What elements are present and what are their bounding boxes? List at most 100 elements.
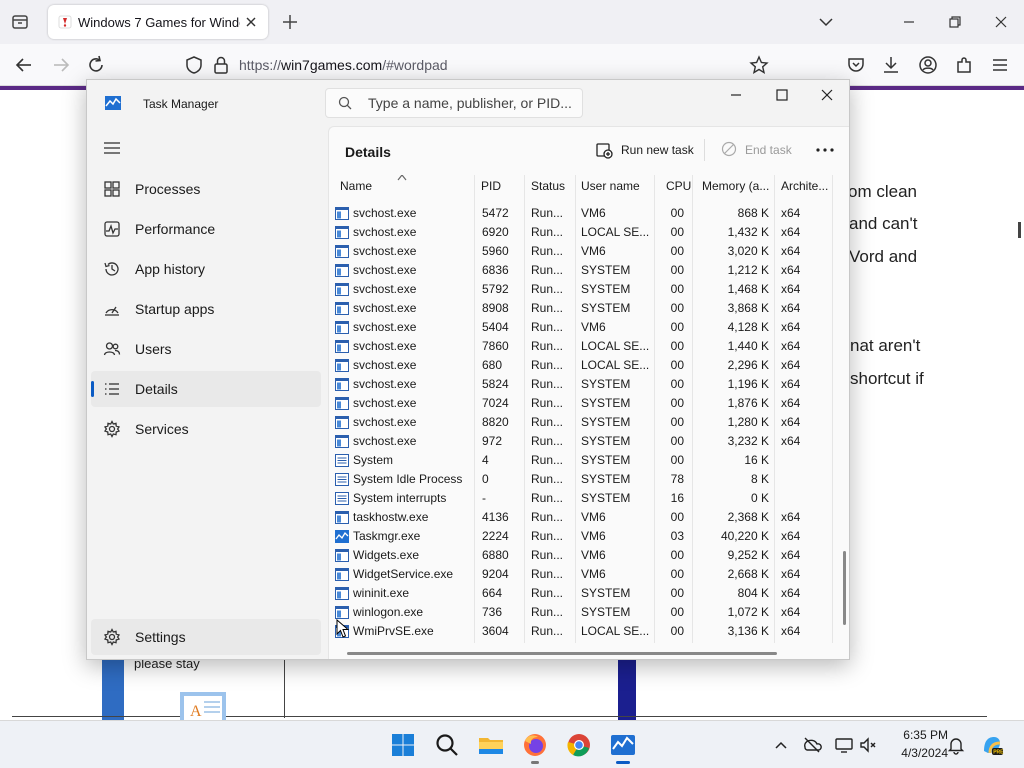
table-row[interactable]: WidgetService.exe 9204 Run... VM6 00 2,668 K x… [329, 565, 835, 584]
maximize-icon[interactable] [773, 86, 791, 104]
minimize-icon[interactable] [727, 86, 745, 104]
chevron-up-icon[interactable] [771, 735, 791, 755]
table-row[interactable]: Widgets.exe 6880 Run... VM6 00 9,252 K x64 [329, 546, 835, 565]
cell-architecture: x64 [781, 624, 801, 638]
app-menu-icon[interactable] [989, 54, 1011, 76]
nav-item-details[interactable]: Details [91, 371, 321, 407]
close-window-icon[interactable] [818, 86, 836, 104]
network-disconnected-icon[interactable] [802, 735, 822, 755]
file-explorer-icon[interactable] [477, 731, 505, 759]
table-row[interactable]: wininit.exe 664 Run... SYSTEM 00 804 K x64 [329, 584, 835, 603]
window-title: Task Manager [143, 97, 219, 111]
table-row[interactable]: svchost.exe 972 Run... SYSTEM 00 3,232 K x64 [329, 432, 835, 451]
table-row[interactable]: System interrupts - Run... SYSTEM 16 0 K [329, 489, 835, 508]
browser-tab-active[interactable]: Windows 7 Games for Windows 11, 10 [48, 5, 268, 39]
close-window-icon[interactable] [991, 12, 1011, 32]
column-header-user-name[interactable]: User name [581, 179, 640, 193]
display-icon[interactable] [834, 735, 854, 755]
table-row[interactable]: svchost.exe 6836 Run... SYSTEM 00 1,212 K x64 [329, 261, 835, 280]
back-arrow-icon[interactable] [13, 54, 35, 76]
cell-architecture: x64 [781, 396, 801, 410]
tab-list-icon[interactable] [8, 10, 32, 34]
nav-item-startup-apps[interactable]: Startup apps [91, 291, 321, 327]
task-manager-icon[interactable] [609, 731, 637, 759]
nav-item-processes[interactable]: Processes [91, 171, 321, 207]
nav-item-settings[interactable]: Settings [91, 619, 321, 655]
cell-architecture: x64 [781, 586, 801, 600]
table-row[interactable]: svchost.exe 7024 Run... SYSTEM 00 1,876 K x64 [329, 394, 835, 413]
volume-muted-icon[interactable] [858, 735, 878, 755]
minimize-icon[interactable] [899, 12, 919, 32]
reload-icon[interactable] [85, 54, 107, 76]
table-row[interactable]: svchost.exe 5792 Run... SYSTEM 00 1,468 K x64 [329, 280, 835, 299]
cell-memory: 2,368 K [727, 510, 769, 524]
start-icon[interactable] [389, 731, 417, 759]
cell-pid: 0 [482, 472, 489, 486]
nav-item-services[interactable]: Services [91, 411, 321, 447]
downloads-icon[interactable] [880, 54, 902, 76]
copilot-icon[interactable]: PRE [980, 733, 1004, 757]
tracking-protection-shield-icon[interactable] [183, 54, 205, 76]
table-row[interactable]: svchost.exe 8820 Run... SYSTEM 00 1,280 K x64 [329, 413, 835, 432]
table-row[interactable]: Taskmgr.exe 2224 Run... VM6 03 40,220 K x64 [329, 527, 835, 546]
cell-user-name: LOCAL SE... [581, 358, 650, 372]
table-row[interactable]: winlogon.exe 736 Run... SYSTEM 00 1,072 K x64 [329, 603, 835, 622]
service-process-icon [335, 511, 349, 524]
column-header-architecture[interactable]: Archite... [781, 179, 828, 193]
list-all-tabs-chevron-icon[interactable] [816, 12, 836, 32]
cell-name: svchost.exe [353, 282, 417, 296]
users-icon [103, 342, 121, 356]
clock-date[interactable]: 4/3/2024 [880, 746, 948, 760]
table-row[interactable]: svchost.exe 6920 Run... LOCAL SE... 00 1,432 … [329, 223, 835, 242]
cell-name: svchost.exe [353, 396, 417, 410]
bookmark-star-icon[interactable] [748, 54, 770, 76]
table-row[interactable]: svchost.exe 5824 Run... SYSTEM 00 1,196 K x64 [329, 375, 835, 394]
new-tab-icon[interactable] [280, 12, 300, 32]
forward-arrow-icon[interactable] [50, 54, 72, 76]
table-row[interactable]: svchost.exe 8908 Run... SYSTEM 00 3,868 K x64 [329, 299, 835, 318]
column-header-status[interactable]: Status [531, 179, 565, 193]
extensions-icon[interactable] [953, 54, 975, 76]
cell-status: Run... [531, 320, 564, 334]
nav-item-users[interactable]: Users [91, 331, 321, 367]
nav-item-performance[interactable]: Performance [91, 211, 321, 247]
table-row[interactable]: System 4 Run... SYSTEM 00 16 K [329, 451, 835, 470]
table-row[interactable]: svchost.exe 5404 Run... VM6 00 4,128 K x64 [329, 318, 835, 337]
address-bar-url[interactable]: https://win7games.com/#wordpad [239, 57, 448, 73]
table-row[interactable]: taskhostw.exe 4136 Run... VM6 00 2,368 K x64 [329, 508, 835, 527]
chrome-icon[interactable] [565, 731, 593, 759]
hamburger-menu-icon[interactable] [103, 140, 121, 156]
column-header-memory[interactable]: Memory (a... [702, 179, 769, 193]
column-header-pid[interactable]: PID [481, 179, 501, 193]
table-row[interactable]: svchost.exe 680 Run... LOCAL SE... 00 2,296 K… [329, 356, 835, 375]
close-tab-icon[interactable] [242, 13, 260, 31]
table-row[interactable]: svchost.exe 7860 Run... LOCAL SE... 00 1,440 … [329, 337, 835, 356]
account-icon[interactable] [917, 54, 939, 76]
service-process-icon [335, 207, 349, 220]
pocket-icon[interactable] [845, 54, 867, 76]
table-row[interactable]: WmiPrvSE.exe 3604 Run... LOCAL SE... 00 3,136… [329, 622, 835, 641]
search-input[interactable] [368, 94, 578, 112]
system-process-icon [335, 473, 349, 486]
cell-memory: 8 K [750, 472, 769, 486]
column-header-cpu[interactable]: CPU [666, 179, 691, 193]
search-icon[interactable] [433, 731, 461, 759]
cell-status: Run... [531, 358, 564, 372]
more-options-icon[interactable] [813, 139, 837, 161]
cell-pid: - [482, 491, 486, 505]
table-row[interactable]: System Idle Process 0 Run... SYSTEM 78 8 K [329, 470, 835, 489]
nav-item-app-history[interactable]: App history [91, 251, 321, 287]
firefox-icon[interactable] [521, 731, 549, 759]
lock-icon[interactable] [210, 54, 232, 76]
clock-time[interactable]: 6:35 PM [880, 728, 948, 742]
search-box[interactable] [325, 88, 583, 118]
restore-icon[interactable] [945, 12, 965, 32]
table-row[interactable]: svchost.exe 5472 Run... VM6 00 868 K x64 [329, 204, 835, 223]
cell-status: Run... [531, 225, 564, 239]
cell-pid: 5404 [482, 320, 509, 334]
column-header-name[interactable]: Name [340, 179, 372, 193]
vertical-scrollbar[interactable] [843, 551, 846, 625]
table-row[interactable]: svchost.exe 5960 Run... VM6 00 3,020 K x64 [329, 242, 835, 261]
horizontal-scrollbar[interactable] [347, 652, 777, 655]
notification-bell-icon[interactable] [946, 735, 966, 755]
